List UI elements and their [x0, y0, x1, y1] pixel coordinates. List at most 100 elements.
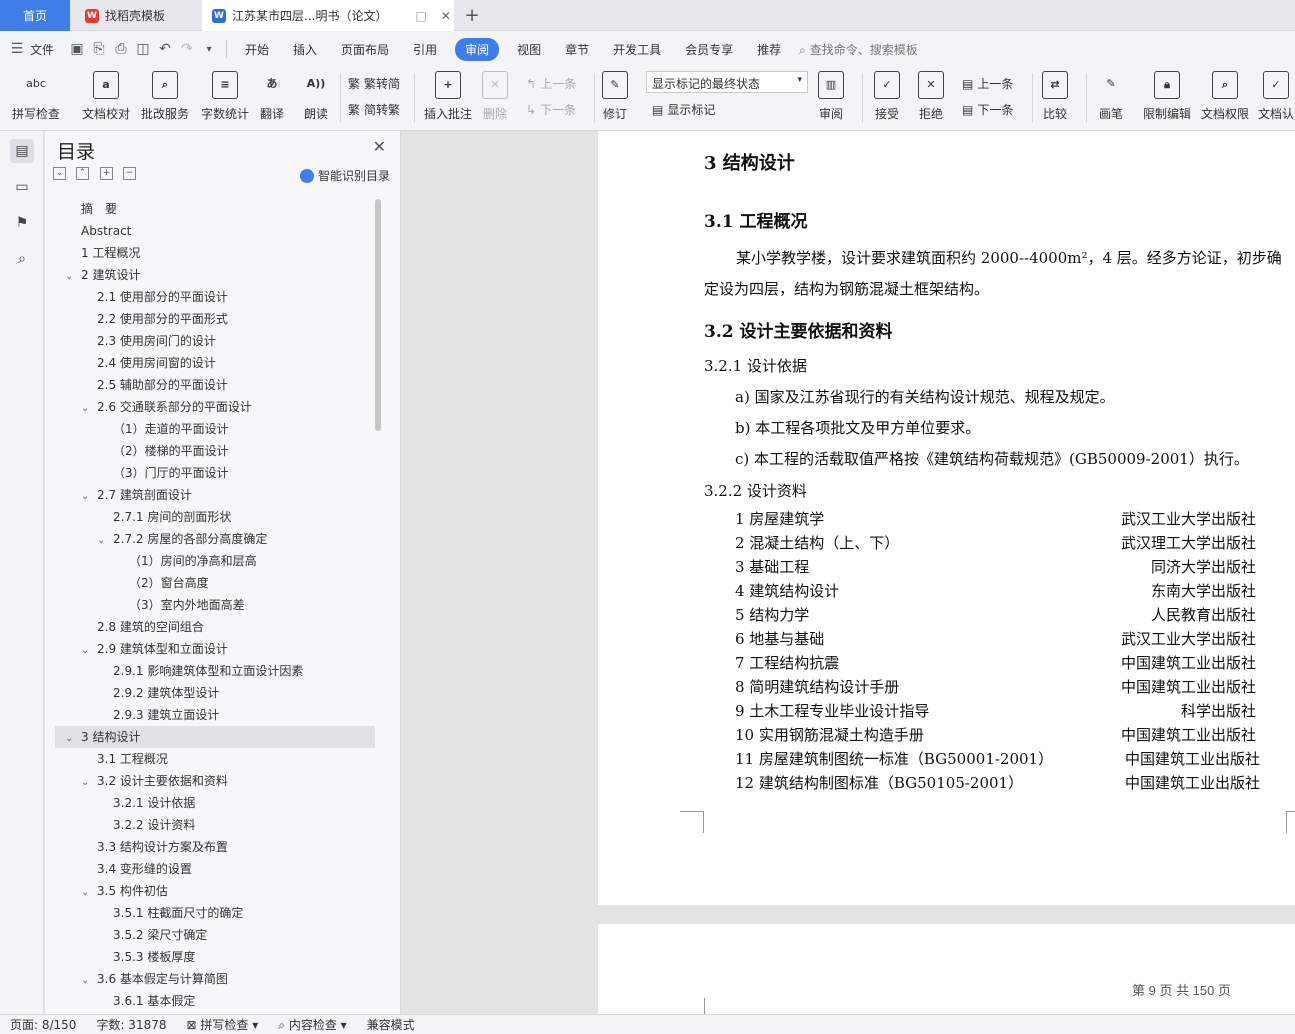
- toc-item[interactable]: 摘 要: [65, 198, 117, 220]
- print-preview-icon[interactable]: ◫: [132, 41, 154, 57]
- toc-item[interactable]: ⌄ 3.2 设计主要依据和资料: [81, 770, 228, 792]
- to-simplified-button[interactable]: 繁简转繁: [348, 101, 400, 118]
- chevron-down-icon[interactable]: ⌄: [65, 266, 81, 288]
- command-search[interactable]: ⌕ 查找命令、搜索模板: [799, 41, 918, 58]
- close-icon[interactable]: ✕: [373, 137, 386, 156]
- more-chevron-icon[interactable]: ▾: [198, 44, 220, 55]
- toc-item[interactable]: 3.5.2 梁尺寸确定: [97, 924, 207, 946]
- menu-developer[interactable]: 开发工具: [601, 41, 673, 58]
- reject-button[interactable]: ✕ 拒绝: [918, 71, 944, 122]
- chevron-down-icon[interactable]: ⌄: [81, 486, 97, 508]
- toc-item[interactable]: 2.1 使用部分的平面设计: [81, 286, 228, 308]
- toc-item[interactable]: 3.3 结构设计方案及布置: [81, 836, 228, 858]
- document-page[interactable]: 3 结构设计 3.1 工程概况 某小学教学楼，设计要求建筑面积约 2000--4…: [598, 131, 1295, 905]
- revision-button[interactable]: ✎ 修订: [602, 71, 628, 122]
- outline-icon[interactable]: ▭: [10, 175, 34, 199]
- delete-comment-button[interactable]: ✕ 删除: [482, 71, 508, 122]
- toc-item[interactable]: 2.9.2 建筑体型设计: [97, 682, 219, 704]
- toc-item[interactable]: 2.4 使用房间窗的设计: [81, 352, 216, 374]
- chevron-down-icon[interactable]: ⌄: [81, 882, 97, 904]
- chevron-down-icon[interactable]: ⌄: [65, 728, 81, 750]
- toc-item[interactable]: 3.6.1 基本假定: [97, 990, 195, 1008]
- compare-button[interactable]: ⇄ 比较: [1042, 71, 1068, 122]
- menu-start[interactable]: 开始: [233, 41, 281, 58]
- toc-scrollbar[interactable]: [375, 199, 381, 431]
- menu-review[interactable]: 审阅: [455, 37, 500, 61]
- status-spell-check[interactable]: ⊠ 拼写检查 ▾: [177, 1016, 269, 1033]
- menu-file[interactable]: 文件: [28, 41, 66, 58]
- toc-item[interactable]: （1）走道的平面设计: [97, 418, 229, 440]
- markup-state-select[interactable]: 显示标记的最终状态 ▾: [646, 71, 808, 93]
- translate-button[interactable]: あ翻译: [259, 71, 285, 122]
- next-change-button[interactable]: ▤ 下一条: [962, 101, 1013, 118]
- toc-item[interactable]: 3.5.1 柱截面尺寸的确定: [97, 902, 243, 924]
- chevron-down-icon[interactable]: ⌄: [81, 398, 97, 420]
- toc-item[interactable]: （2）楼梯的平面设计: [97, 440, 229, 462]
- menu-reference[interactable]: 引用: [401, 41, 449, 58]
- toc-item[interactable]: ⌄ 2.6 交通联系部分的平面设计: [81, 396, 252, 418]
- menu-section[interactable]: 章节: [553, 41, 601, 58]
- revise-service-button[interactable]: ⌕ 批改服务: [141, 71, 189, 122]
- toc-item[interactable]: 3.2.1 设计依据: [97, 792, 195, 814]
- toc-item[interactable]: 2.9.1 影响建筑体型和立面设计因素: [97, 660, 303, 682]
- menu-view[interactable]: 视图: [505, 41, 553, 58]
- chevron-down-icon[interactable]: ⌄: [81, 640, 97, 662]
- toc-item[interactable]: （3）门厅的平面设计: [97, 462, 229, 484]
- toc-item[interactable]: ⌄ 3.5 构件初估: [81, 880, 168, 902]
- read-aloud-button[interactable]: A)) 朗读: [303, 71, 329, 122]
- close-tab-icon[interactable]: ✕: [441, 9, 451, 23]
- to-traditional-button[interactable]: 繁繁转简: [348, 75, 400, 92]
- toc-item[interactable]: 2.3 使用房间门的设计: [81, 330, 216, 352]
- menu-page-layout[interactable]: 页面布局: [329, 41, 401, 58]
- restrict-edit-button[interactable]: 🔒︎ 限制编辑: [1143, 71, 1191, 122]
- add-level-icon[interactable]: +: [100, 167, 113, 180]
- pen-button[interactable]: ✎ 画笔: [1098, 71, 1124, 122]
- chevron-down-icon[interactable]: ⌄: [81, 772, 97, 794]
- chevron-down-icon[interactable]: ⌄: [97, 530, 113, 552]
- smart-toc-button[interactable]: 智能识别目录: [299, 167, 390, 184]
- doc-auth-button[interactable]: ✓ 文档认: [1258, 71, 1294, 122]
- save-icon[interactable]: ▣: [66, 41, 88, 57]
- expand-up-icon[interactable]: ⌃: [76, 167, 89, 180]
- chevron-down-icon[interactable]: ⌄: [81, 970, 97, 992]
- menu-member[interactable]: 会员专享: [673, 41, 745, 58]
- toc-item[interactable]: ⌄ 2.9 建筑体型和立面设计: [81, 638, 228, 660]
- prev-comment-button[interactable]: ↰ 上一条: [526, 75, 576, 92]
- document-page-next[interactable]: 第 9 页 共 150 页: [598, 924, 1295, 1014]
- undo-icon[interactable]: ↶: [154, 41, 176, 57]
- toc-item[interactable]: ⌄ 3.6 基本假定与计算简图: [81, 968, 228, 990]
- toc-item[interactable]: 2.9.3 建筑立面设计: [97, 704, 219, 726]
- remove-level-icon[interactable]: −: [123, 167, 136, 180]
- accept-button[interactable]: ✓ 接受: [874, 71, 900, 122]
- toc-item[interactable]: 2.2 使用部分的平面形式: [81, 308, 228, 330]
- toc-item[interactable]: 2.5 辅助部分的平面设计: [81, 374, 228, 396]
- new-tab-button[interactable]: +: [460, 0, 484, 31]
- toc-item[interactable]: （3）室内外地面高差: [113, 594, 245, 616]
- bookmark-icon[interactable]: ⚑: [10, 211, 34, 235]
- status-word-count[interactable]: 字数: 31878: [86, 1016, 176, 1033]
- toc-item[interactable]: 2.7.1 房间的剖面形状: [97, 506, 231, 528]
- status-content-check[interactable]: ⌕ 内容检查 ▾: [268, 1016, 356, 1033]
- menu-insert[interactable]: 插入: [281, 41, 329, 58]
- export-icon[interactable]: ⎘: [88, 41, 110, 57]
- toc-item[interactable]: ⌄ 2 建筑设计: [65, 264, 140, 286]
- tab-document[interactable]: W 江苏某市四层...明书（论文） □ ✕: [202, 0, 454, 31]
- redo-icon[interactable]: ↷: [176, 41, 198, 57]
- menu-recommend[interactable]: 推荐: [745, 41, 793, 58]
- toc-item[interactable]: ⌄ 2.7.2 房屋的各部分高度确定: [97, 528, 267, 550]
- spell-check-button[interactable]: abc 拼写检查: [12, 71, 60, 122]
- toc-item[interactable]: ⌄ 3 结构设计: [55, 726, 375, 748]
- toc-item[interactable]: ⌄ 2.7 建筑剖面设计: [81, 484, 192, 506]
- status-page[interactable]: 页面: 8/150: [0, 1016, 86, 1033]
- toc-panel-icon[interactable]: ▤: [10, 139, 34, 163]
- word-count-button[interactable]: ≡ 字数统计: [201, 71, 249, 122]
- review-pane-button[interactable]: ▥ 审阅: [818, 71, 844, 122]
- doc-proofread-button[interactable]: a 文档校对: [82, 71, 130, 122]
- tab-template[interactable]: W 找稻壳模板: [73, 0, 199, 31]
- toc-item[interactable]: 3.1 工程概况: [81, 748, 168, 770]
- next-comment-button[interactable]: ↳ 下一条: [526, 101, 576, 118]
- toc-item[interactable]: （1）房间的净高和层高: [113, 550, 257, 572]
- doc-permission-button[interactable]: ⌕ 文档权限: [1201, 71, 1249, 122]
- print-icon[interactable]: ⎙: [110, 41, 132, 57]
- show-markup-button[interactable]: ▤ 显示标记: [652, 101, 715, 118]
